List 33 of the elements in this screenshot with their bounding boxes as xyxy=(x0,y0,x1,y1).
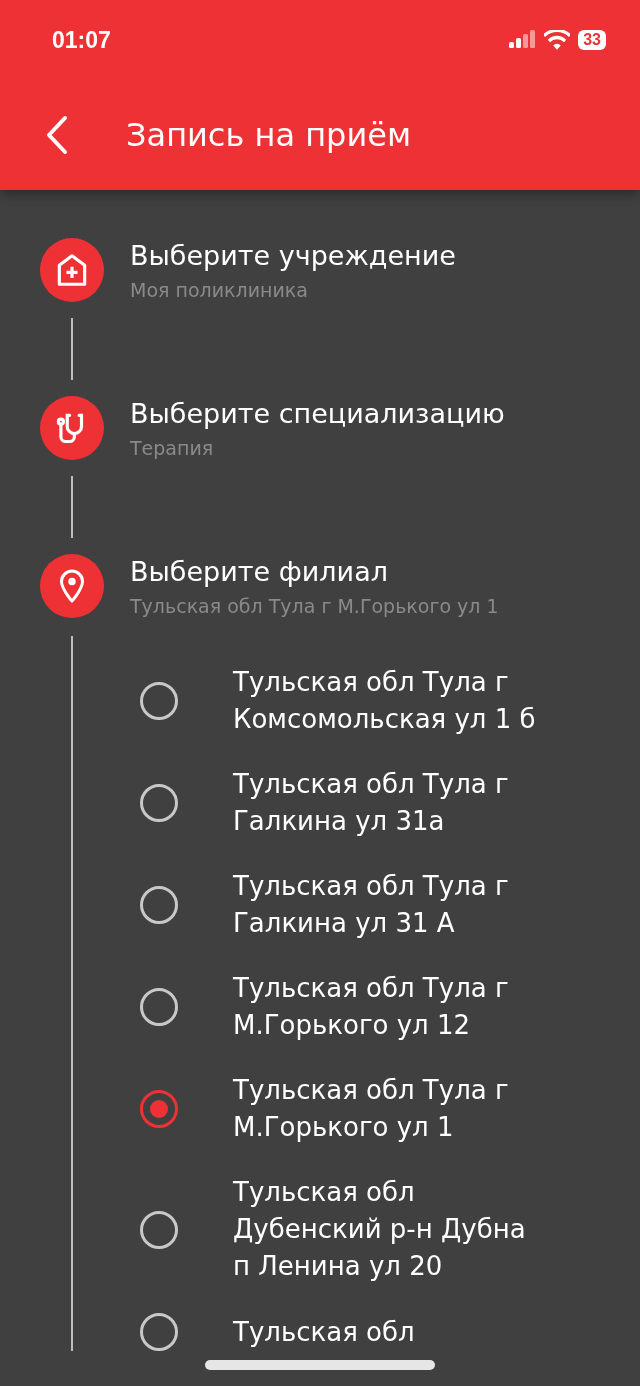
step-value: Моя поликлиника xyxy=(130,279,309,301)
radio-button[interactable] xyxy=(140,1313,178,1351)
branch-address: Тульская обл Тула г Комсомольская ул 1 б xyxy=(233,666,537,736)
branch-option[interactable]: Тульская обл Тула г М.Горького ул 12 xyxy=(140,970,543,1044)
branch-address: Тульская обл Тула г М.Горького ул 12 xyxy=(233,972,510,1042)
radio-button[interactable] xyxy=(140,784,178,822)
radio-button[interactable] xyxy=(140,682,178,720)
branch-address: Тульская обл Дубенский р-н Дубна п Ленина ул 20 xyxy=(233,1176,527,1283)
branch-address: Тульская обл Тула г Галкина ул 31а xyxy=(233,768,510,838)
branch-option[interactable]: Тульская обл Дубенский р-н Дубна п Ленина ул 20 xyxy=(140,1174,543,1285)
step-value: Терапия xyxy=(130,437,215,459)
radio-button[interactable] xyxy=(140,1210,178,1249)
branch-option[interactable]: Тульская обл Тула г Комсомольская ул 1 б xyxy=(140,664,543,738)
branch-option[interactable]: Тульская обл Тула г Галкина ул 31а xyxy=(140,766,543,840)
battery-level: 33 xyxy=(578,30,606,50)
branch-option[interactable]: Тульская обл Тула г Галкина ул 31 А xyxy=(140,868,543,942)
status-time: 01:07 xyxy=(52,26,111,54)
step-title[interactable]: Выберите специализацию xyxy=(130,398,505,429)
wifi-icon xyxy=(544,30,571,50)
back-chevron-icon xyxy=(45,115,69,155)
step-value: Тульская обл Тула г М.Горького ул 1 xyxy=(130,595,499,617)
radio-button[interactable] xyxy=(140,886,178,924)
branch-address: Тульская обл Тула г Галкина ул 31 А xyxy=(233,870,510,940)
step-title[interactable]: Выберите филиал xyxy=(130,556,499,587)
branch-option[interactable]: Тульская обл xyxy=(140,1313,543,1351)
radio-button[interactable] xyxy=(140,1090,178,1128)
step-title[interactable]: Выберите учреждение xyxy=(130,240,456,271)
branch-option[interactable]: Тульская обл Тула г М.Горького ул 1 xyxy=(140,1072,543,1146)
branch-address: Тульская обл xyxy=(233,1315,416,1349)
branch-address: Тульская обл Тула г М.Горького ул 1 xyxy=(233,1074,510,1144)
radio-button[interactable] xyxy=(140,988,178,1026)
signal-icon xyxy=(508,30,537,50)
screen-title: Запись на приём xyxy=(126,116,412,154)
